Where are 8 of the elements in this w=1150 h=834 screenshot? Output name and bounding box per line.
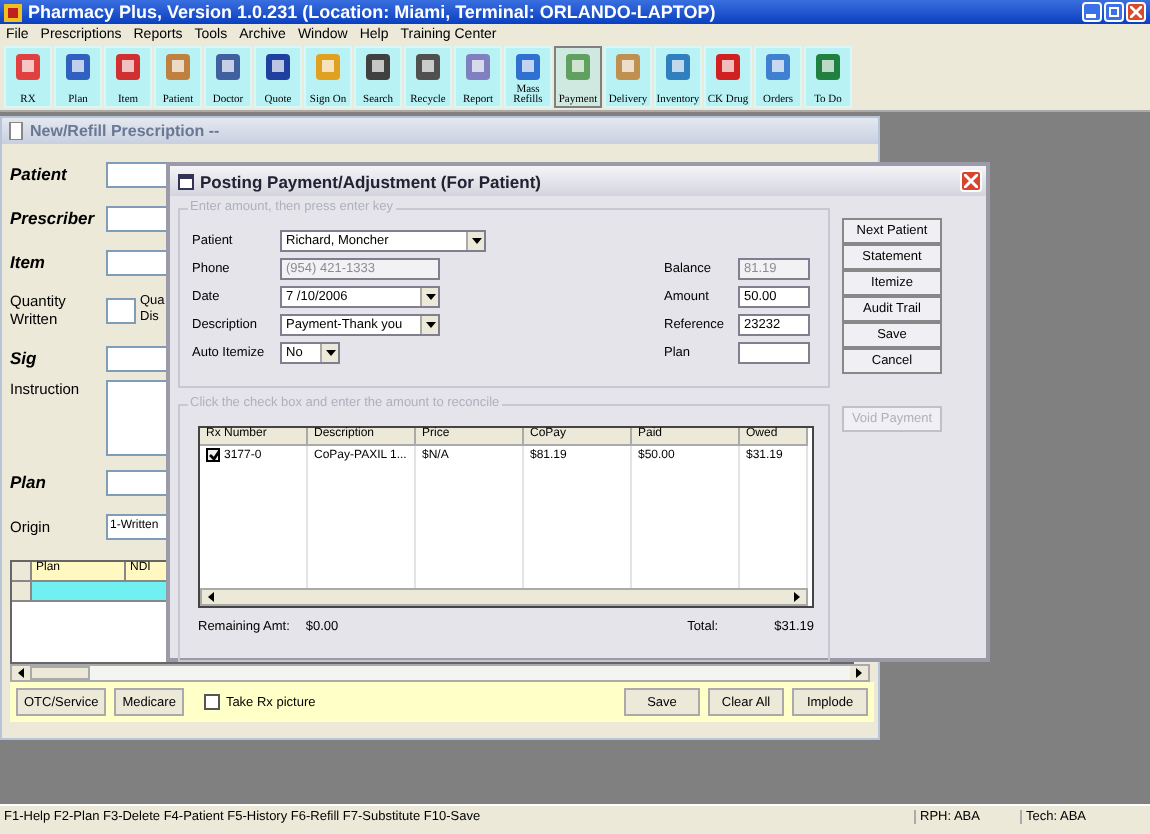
field-label: Plan [10, 472, 48, 492]
field-label: Item [10, 252, 47, 272]
field-label: Patient [10, 164, 69, 184]
dialog-title: Posting Payment/Adjustment (For Patient) [200, 171, 541, 191]
field-label: Prescriber [10, 208, 97, 228]
field-label: Sig [10, 348, 39, 368]
window-title: New/Refill Prescription -- [30, 122, 220, 140]
window-title: Pharmacy Plus, Version 1.0.231 (Location: Miami, Terminal: ORLANDO-LAPTOP) [28, 2, 716, 22]
